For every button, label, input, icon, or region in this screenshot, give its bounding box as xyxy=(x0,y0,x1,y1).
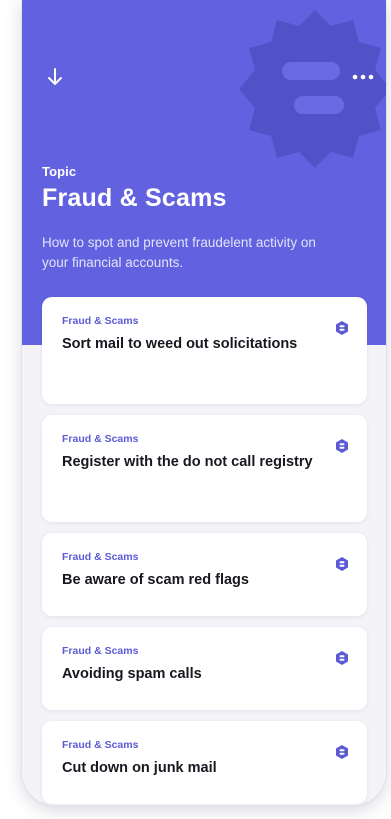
topic-eyebrow: Topic xyxy=(42,164,77,179)
article-card[interactable]: Fraud & Scams Cut down on junk mail xyxy=(42,721,367,804)
more-horizontal-icon xyxy=(352,74,374,80)
badge-icon xyxy=(336,439,348,453)
topic-header: Topic Fraud & Scams How to spot and prev… xyxy=(22,0,386,345)
card-category: Fraud & Scams xyxy=(62,551,139,563)
more-options-button[interactable] xyxy=(348,64,378,90)
article-card[interactable]: Fraud & Scams Avoiding spam calls xyxy=(42,627,367,710)
badge-icon xyxy=(336,321,348,335)
article-card[interactable]: Fraud & Scams Sort mail to weed out soli… xyxy=(42,297,367,404)
badge-icon xyxy=(336,745,348,759)
top-bar xyxy=(22,64,386,88)
badge-icon xyxy=(336,651,348,665)
card-title: Be aware of scam red flags xyxy=(62,572,249,588)
card-category: Fraud & Scams xyxy=(62,315,139,327)
phone-screen: Topic Fraud & Scams How to spot and prev… xyxy=(22,0,386,806)
card-category: Fraud & Scams xyxy=(62,739,139,751)
back-button[interactable] xyxy=(42,64,68,90)
card-category: Fraud & Scams xyxy=(62,645,139,657)
article-list: Fraud & Scams Sort mail to weed out soli… xyxy=(42,297,367,804)
badge-icon xyxy=(336,557,348,571)
page-title: Fraud & Scams xyxy=(42,184,227,212)
card-title: Cut down on junk mail xyxy=(62,760,217,776)
topic-description: How to spot and prevent fraudelent activ… xyxy=(42,235,316,270)
card-title: Avoiding spam calls xyxy=(62,666,202,682)
card-title: Sort mail to weed out solicitations xyxy=(62,336,298,352)
article-card[interactable]: Fraud & Scams Be aware of scam red flags xyxy=(42,533,367,616)
card-title: Register with the do not call registry xyxy=(62,454,313,470)
arrow-down-icon xyxy=(48,68,62,85)
article-card[interactable]: Fraud & Scams Register with the do not c… xyxy=(42,415,367,522)
card-category: Fraud & Scams xyxy=(62,433,139,445)
